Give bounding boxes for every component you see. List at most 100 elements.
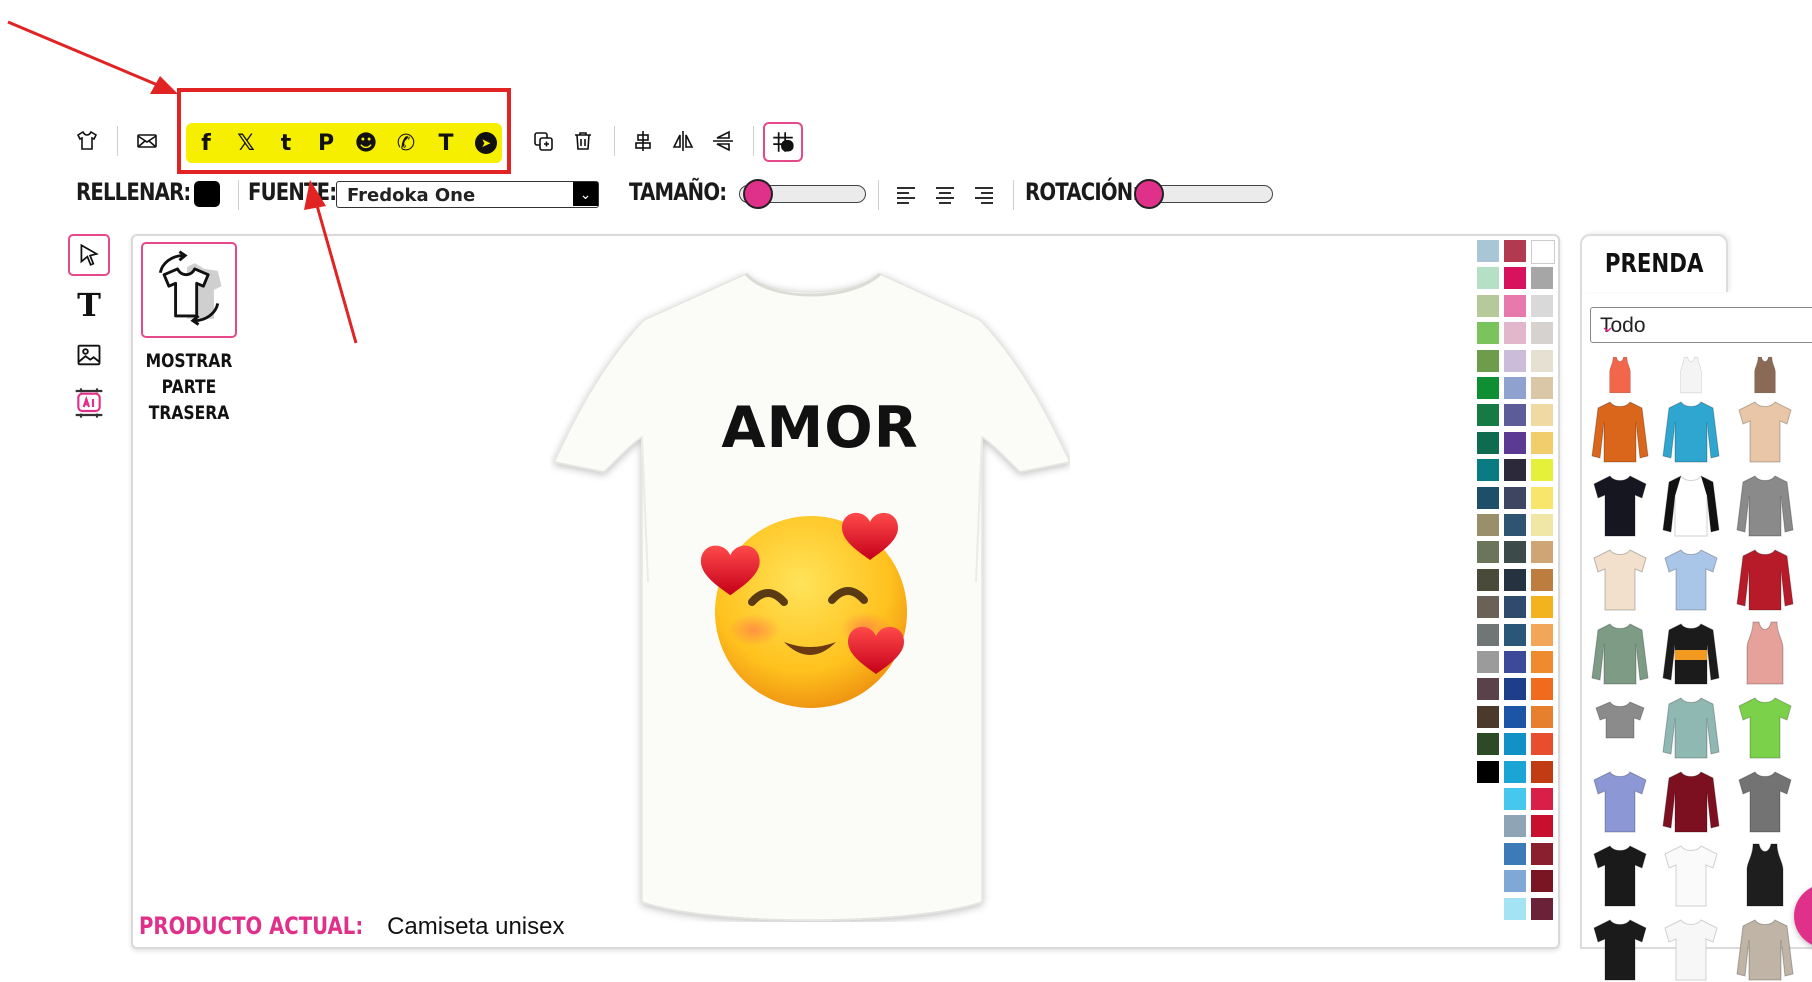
- color-swatch[interactable]: [1504, 870, 1526, 893]
- color-swatch[interactable]: [1504, 349, 1526, 372]
- color-swatch[interactable]: [1504, 294, 1526, 317]
- garment-sweater-beige[interactable]: [1735, 916, 1795, 982]
- color-swatch[interactable]: [1531, 404, 1553, 427]
- color-swatch[interactable]: [1477, 760, 1499, 783]
- font-select[interactable]: Fredoka One ⌄: [336, 181, 599, 208]
- color-swatch[interactable]: [1504, 486, 1526, 509]
- color-swatch[interactable]: [1477, 322, 1499, 345]
- garment-hoodie-grey[interactable]: [1735, 472, 1795, 538]
- color-swatch[interactable]: [1531, 788, 1553, 810]
- color-swatch[interactable]: [1477, 404, 1499, 427]
- color-swatch[interactable]: [1531, 240, 1555, 264]
- garment-tank-top-black[interactable]: [1735, 842, 1795, 908]
- garment-tshirt-cream[interactable]: [1590, 546, 1650, 612]
- color-swatch[interactable]: [1531, 651, 1553, 673]
- color-swatch[interactable]: [1504, 240, 1526, 262]
- color-swatch[interactable]: [1504, 651, 1526, 673]
- mail-icon[interactable]: [132, 126, 162, 156]
- garment-tshirt-grey[interactable]: [1735, 768, 1795, 834]
- garment-hoodie-black-orange[interactable]: [1661, 620, 1721, 686]
- tshirt-icon[interactable]: [72, 126, 102, 156]
- color-swatch[interactable]: [1531, 705, 1553, 728]
- color-swatch[interactable]: [1477, 678, 1499, 701]
- color-swatch[interactable]: [1504, 842, 1526, 865]
- color-swatch[interactable]: [1531, 514, 1553, 536]
- color-swatch[interactable]: [1477, 267, 1499, 290]
- color-swatch[interactable]: [1504, 788, 1526, 810]
- color-swatch[interactable]: [1531, 733, 1553, 756]
- garment-tshirt-lavender[interactable]: [1590, 768, 1650, 834]
- color-swatch[interactable]: [1531, 322, 1553, 345]
- color-swatch[interactable]: [1504, 760, 1526, 783]
- garment-hoodie-turquoise[interactable]: [1661, 398, 1721, 464]
- color-swatch[interactable]: [1504, 541, 1526, 564]
- garment-tshirt-white-2[interactable]: [1661, 916, 1721, 982]
- color-swatch[interactable]: [1504, 459, 1526, 482]
- flip-horizontal-icon[interactable]: [668, 126, 698, 156]
- smiling-hearts-emoji[interactable]: [694, 500, 914, 710]
- color-swatch[interactable]: [1531, 541, 1553, 564]
- garment-raglan-white-black[interactable]: [1661, 472, 1721, 538]
- garment-tshirt-white[interactable]: [1661, 842, 1721, 908]
- color-swatch[interactable]: [1531, 870, 1553, 893]
- color-swatch[interactable]: [1477, 240, 1499, 262]
- color-swatch[interactable]: [1531, 596, 1553, 619]
- color-swatch[interactable]: [1504, 514, 1526, 536]
- color-swatch[interactable]: [1504, 733, 1526, 756]
- garment-varsity-jacket-red[interactable]: [1735, 546, 1795, 612]
- color-swatch[interactable]: [1504, 322, 1526, 345]
- size-slider-thumb[interactable]: [743, 179, 773, 209]
- color-swatch[interactable]: [1477, 459, 1499, 482]
- garment-tank-top-brown[interactable]: [1735, 356, 1795, 394]
- color-swatch[interactable]: [1531, 294, 1553, 317]
- text-tool[interactable]: T: [68, 284, 110, 326]
- color-swatch[interactable]: [1477, 431, 1499, 454]
- color-swatch[interactable]: [1531, 267, 1553, 290]
- garment-crop-top-grey[interactable]: [1590, 694, 1650, 760]
- color-swatch[interactable]: [1531, 760, 1553, 783]
- align-left-icon[interactable]: [894, 183, 918, 207]
- align-right-icon[interactable]: [972, 183, 996, 207]
- color-swatch[interactable]: [1477, 514, 1499, 536]
- color-swatch[interactable]: [1531, 431, 1553, 454]
- garment-polo-green[interactable]: [1735, 694, 1795, 760]
- color-swatch[interactable]: [1504, 623, 1526, 646]
- garment-tshirt-black[interactable]: [1590, 842, 1650, 908]
- grid-toggle-button[interactable]: [763, 122, 803, 162]
- color-swatch[interactable]: [1504, 815, 1526, 838]
- color-swatch[interactable]: [1504, 897, 1526, 920]
- garment-tank-top-white[interactable]: [1661, 356, 1721, 394]
- color-swatch[interactable]: [1477, 377, 1499, 399]
- garment-sweatshirt-gradient[interactable]: [1661, 694, 1721, 760]
- color-swatch[interactable]: [1504, 568, 1526, 591]
- tab-prenda[interactable]: PRENDA: [1580, 234, 1728, 292]
- garment-tie-dye-shirt[interactable]: [1735, 398, 1795, 464]
- trash-icon[interactable]: [568, 126, 598, 156]
- color-swatch[interactable]: [1504, 267, 1526, 290]
- color-swatch[interactable]: [1531, 377, 1553, 399]
- image-tool[interactable]: [68, 334, 110, 376]
- color-swatch[interactable]: [1504, 431, 1526, 454]
- rotation-slider-thumb[interactable]: [1134, 179, 1164, 209]
- garment-tshirt-gradient-blue[interactable]: [1661, 546, 1721, 612]
- color-swatch[interactable]: [1477, 541, 1499, 564]
- copy-icon[interactable]: [528, 126, 558, 156]
- show-back-button[interactable]: [141, 242, 237, 338]
- color-swatch[interactable]: [1504, 377, 1526, 399]
- color-swatch[interactable]: [1477, 568, 1499, 591]
- align-vertical-icon[interactable]: [628, 126, 658, 156]
- flip-vertical-icon[interactable]: [708, 126, 738, 156]
- fill-color-swatch[interactable]: [194, 181, 220, 207]
- color-swatch[interactable]: [1504, 404, 1526, 427]
- color-swatch[interactable]: [1531, 623, 1553, 646]
- color-swatch[interactable]: [1477, 486, 1499, 509]
- color-swatch[interactable]: [1477, 705, 1499, 728]
- select-tool[interactable]: [68, 234, 110, 276]
- ai-tool[interactable]: [68, 382, 110, 424]
- color-swatch[interactable]: [1477, 651, 1499, 673]
- garment-tshirt-black-2[interactable]: [1590, 916, 1650, 982]
- color-swatch[interactable]: [1531, 897, 1553, 920]
- color-swatch[interactable]: [1477, 623, 1499, 646]
- color-swatch[interactable]: [1531, 568, 1553, 591]
- garment-longsleeve-sage[interactable]: [1590, 620, 1650, 686]
